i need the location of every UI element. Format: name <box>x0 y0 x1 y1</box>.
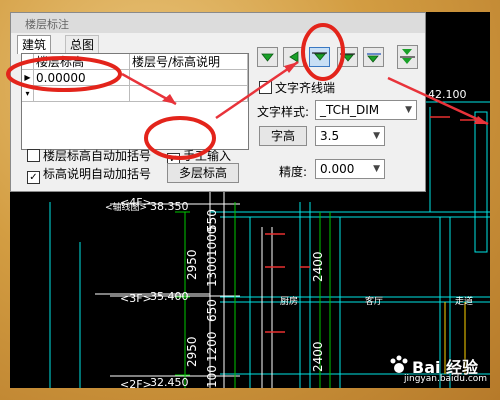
checkbox-label: 文字齐线端 <box>275 81 336 95</box>
elevation-label: 42.100 <box>428 88 467 101</box>
chevron-down-icon: ▼ <box>373 164 380 174</box>
font-height-value: 3.5 <box>320 129 340 143</box>
column-header-note[interactable]: 楼层号/标高说明 <box>130 54 248 70</box>
text-align-end-checkbox[interactable]: 文字齐线端 <box>259 79 335 96</box>
text-style-value: _TCH_DIM <box>320 103 380 117</box>
triangle-down-outline-icon[interactable] <box>337 47 358 67</box>
note-cell[interactable] <box>130 70 248 86</box>
drawing-note: <轴线图> <box>105 201 147 213</box>
elevation-label: 38.350 <box>150 200 189 213</box>
chevron-down-icon: ▼ <box>373 131 380 141</box>
font-height-button[interactable]: 字高 <box>259 126 307 146</box>
multi-level-button[interactable]: 多层标高 <box>167 163 239 183</box>
table-corner <box>22 54 34 70</box>
dimension-label: 1200 <box>205 331 219 362</box>
check-icon: ✓ <box>27 171 40 184</box>
dimension-label: 550 <box>205 209 219 232</box>
column-header-elevation[interactable]: 楼层标高 <box>34 54 130 70</box>
dialog-titlebar[interactable]: 楼层标注 <box>11 13 425 33</box>
row-selector[interactable]: ▶ <box>22 70 34 86</box>
room-label: 走道 <box>455 295 473 307</box>
elevation-cell[interactable] <box>34 86 130 102</box>
dimension-label: 650 <box>205 299 219 322</box>
text-style-label: 文字样式: <box>257 105 310 119</box>
triangle-down-green-icon[interactable] <box>257 47 278 67</box>
dimension-label: 2950 <box>185 249 199 280</box>
dimension-label: 2400 <box>311 251 325 282</box>
checkbox-box <box>259 81 272 94</box>
triangle-flag-green-icon[interactable] <box>363 47 384 67</box>
checkbox-label: 楼层标高自动加括号 <box>43 149 152 163</box>
triangle-multi-green-icon[interactable] <box>397 45 418 69</box>
room-label: 客厅 <box>365 295 383 307</box>
baidu-jingyan-watermark: Bai 经验 jingyan.baidu.com <box>388 352 488 388</box>
precision-label: 精度: <box>279 165 308 179</box>
dimension-label: 1300 <box>205 256 219 287</box>
text-style-select[interactable]: _TCH_DIM ▼ <box>315 100 417 120</box>
watermark-url: jingyan.baidu.com <box>404 374 488 384</box>
tab-site-plan[interactable]: 总图 <box>65 35 100 54</box>
checkbox-box <box>27 149 40 162</box>
elevation-table: 楼层标高 楼层号/标高说明 ▶ 0.00000 ▾ <box>21 53 249 150</box>
triangle-down-underline-green-icon[interactable] <box>309 47 330 67</box>
chevron-down-icon: ▼ <box>405 105 412 115</box>
font-height-select[interactable]: 3.5 ▼ <box>315 126 385 146</box>
triangle-left-green-icon[interactable] <box>283 47 304 67</box>
floor-label: <2F> <box>120 378 152 388</box>
room-label: 厨房 <box>280 295 298 307</box>
checkbox-label: 标高说明自动加括号 <box>43 167 152 181</box>
dimension-label: 2400 <box>311 341 325 372</box>
dimension-label: 2950 <box>185 336 199 367</box>
checkbox-label: 手工输入 <box>183 149 232 163</box>
floor-auto-bracket-checkbox[interactable]: 楼层标高自动加括号 <box>27 147 151 164</box>
elevation-cell[interactable]: 0.00000 <box>34 70 130 86</box>
dimension-label: 100 <box>205 365 219 388</box>
paw-logo-icon <box>390 355 408 373</box>
tab-architecture[interactable]: 建筑 <box>17 35 52 54</box>
precision-value: 0.000 <box>320 162 355 176</box>
note-cell[interactable] <box>130 86 248 102</box>
elevation-label: 35.400 <box>150 290 189 303</box>
row-selector[interactable]: ▾ <box>22 86 34 102</box>
floor-label: <3F> <box>120 292 152 305</box>
precision-select[interactable]: 0.000 ▼ <box>315 159 385 179</box>
elevation-label: 32.450 <box>150 376 189 388</box>
note-auto-bracket-checkbox[interactable]: ✓ 标高说明自动加括号 <box>27 165 151 184</box>
dialog-title: 楼层标注 <box>25 18 69 31</box>
floor-elevation-dialog: 楼层标注 建筑 总图 楼层标高 楼层号/标高说明 ▶ 0.00000 ▾ 楼层标… <box>10 12 426 192</box>
